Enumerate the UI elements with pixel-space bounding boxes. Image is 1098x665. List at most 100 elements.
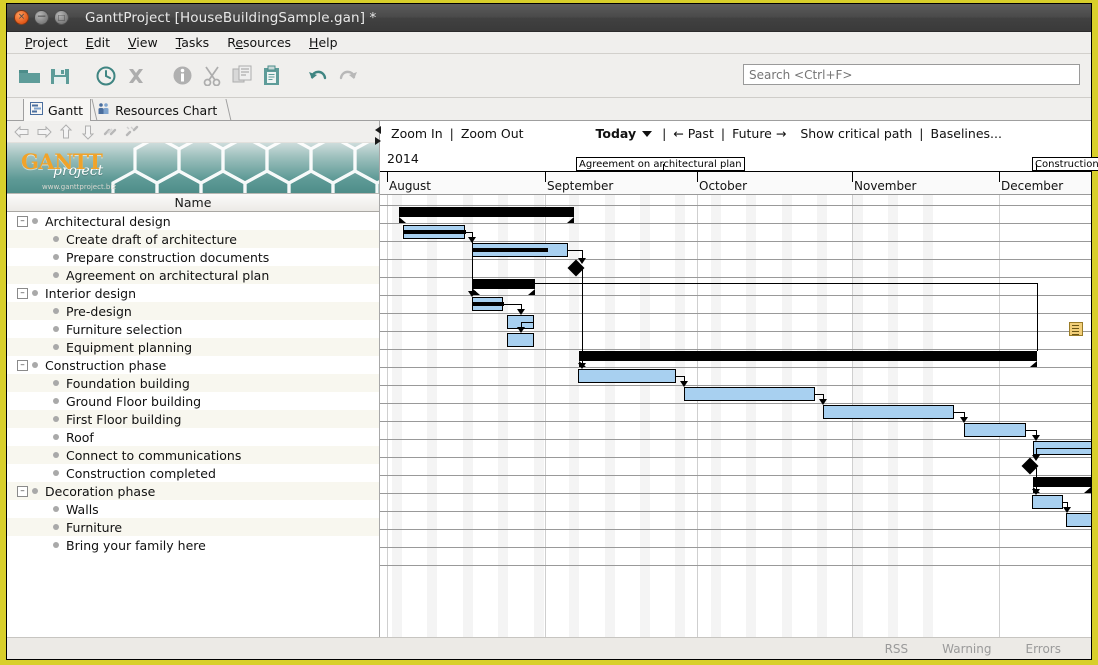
task-bar[interactable] xyxy=(472,243,568,257)
task-row[interactable]: Roof xyxy=(7,428,379,446)
task-bar[interactable] xyxy=(684,387,815,401)
menu-edit[interactable]: Edit xyxy=(77,33,119,52)
task-row[interactable]: Agreement on architectural plan xyxy=(7,266,379,284)
open-folder-icon[interactable] xyxy=(17,63,43,89)
task-bar[interactable] xyxy=(1032,495,1063,509)
task-row[interactable]: First Floor building xyxy=(7,410,379,428)
task-row[interactable]: Construction completed xyxy=(7,464,379,482)
save-icon[interactable] xyxy=(47,63,73,89)
indent-right-arrow-icon[interactable] xyxy=(35,123,52,140)
status-errors[interactable]: Errors xyxy=(1025,642,1061,656)
undo-icon[interactable] xyxy=(305,63,331,89)
task-bar[interactable] xyxy=(1066,513,1091,527)
task-row[interactable]: Connect to communications xyxy=(7,446,379,464)
chevron-down-icon[interactable] xyxy=(642,126,652,141)
task-row[interactable]: Walls xyxy=(7,500,379,518)
dep-roof-to-comms-horizontal xyxy=(1026,430,1036,431)
baselines-button[interactable]: Baselines... xyxy=(931,126,1002,141)
month-gridline xyxy=(999,195,1000,637)
task-bar[interactable] xyxy=(578,369,676,383)
minimize-icon[interactable]: − xyxy=(34,10,49,25)
summary-bar[interactable] xyxy=(1033,477,1091,487)
desktop-background: × − □ GanttProject [HouseBuildingSample.… xyxy=(0,0,1098,665)
maximize-icon[interactable]: □ xyxy=(54,10,69,25)
task-bar[interactable] xyxy=(507,333,534,347)
summary-bar[interactable] xyxy=(399,207,574,217)
expander-collapse-icon[interactable]: – xyxy=(17,216,28,227)
row-gridline xyxy=(380,313,1091,314)
expander-collapse-icon[interactable]: – xyxy=(17,360,28,371)
unindent-left-arrow-icon[interactable] xyxy=(13,123,30,140)
row-gridline xyxy=(380,547,1091,548)
zoom-out-button[interactable]: Zoom Out xyxy=(461,126,524,141)
summary-bar[interactable] xyxy=(473,279,535,289)
note-icon[interactable] xyxy=(1069,322,1083,336)
menu-view-label: iew xyxy=(136,35,157,50)
task-row[interactable]: –Decoration phase xyxy=(7,482,379,500)
task-row[interactable]: Create draft of architecture xyxy=(7,230,379,248)
today-button[interactable]: Today xyxy=(596,126,637,141)
task-bar[interactable] xyxy=(823,405,954,419)
task-row[interactable]: Ground Floor building xyxy=(7,392,379,410)
dep-roof-to-comms-arrow-icon xyxy=(1032,435,1040,441)
weekend-band xyxy=(392,195,402,637)
unlink-tasks-icon[interactable] xyxy=(123,123,140,140)
task-row[interactable]: –Architectural design xyxy=(7,212,379,230)
summary-bar[interactable] xyxy=(579,351,1037,361)
task-bar[interactable] xyxy=(472,297,503,311)
task-row[interactable]: Bring your family here xyxy=(7,536,379,554)
menu-tasks[interactable]: Tasks xyxy=(167,33,219,52)
task-row[interactable]: –Construction phase xyxy=(7,356,379,374)
task-list: –Architectural design Create draft of arc… xyxy=(7,212,379,637)
gantt-chart-pane: Zoom In | Zoom Out Today | ← Past | Futu… xyxy=(380,121,1091,637)
move-up-arrow-icon[interactable] xyxy=(57,123,74,140)
task-row[interactable]: Equipment planning xyxy=(7,338,379,356)
task-row[interactable]: Foundation building xyxy=(7,374,379,392)
show-critical-path-button[interactable]: Show critical path xyxy=(800,126,912,141)
close-icon[interactable]: × xyxy=(14,10,29,25)
menu-view[interactable]: View xyxy=(119,33,167,52)
task-bar[interactable] xyxy=(403,225,465,239)
search-input[interactable] xyxy=(743,64,1080,85)
zoom-in-button[interactable]: Zoom In xyxy=(391,126,443,141)
dep-draft-to-predesign-horizontal xyxy=(465,232,472,233)
weekend-band xyxy=(498,195,508,637)
tab-resources-chart[interactable]: Resources Chart xyxy=(90,99,224,121)
future-button[interactable]: Future → xyxy=(732,126,786,141)
weekend-band xyxy=(711,195,721,637)
move-down-arrow-icon[interactable] xyxy=(79,123,96,140)
task-name-label: Create draft of architecture xyxy=(66,232,237,247)
dep-foundation-to-ground-horizontal xyxy=(676,376,684,377)
column-header-name[interactable]: Name xyxy=(7,193,379,212)
past-button[interactable]: ← Past xyxy=(673,126,714,141)
timeline-month-tick xyxy=(697,172,698,182)
task-row[interactable]: Pre-design xyxy=(7,302,379,320)
pane-divider-arrows-icon[interactable] xyxy=(373,125,383,147)
new-task-clock-icon[interactable] xyxy=(93,63,119,89)
task-bar[interactable] xyxy=(964,423,1026,437)
expander-collapse-icon[interactable]: – xyxy=(17,486,28,497)
menu-project[interactable]: Project xyxy=(16,33,77,52)
row-gridline xyxy=(380,529,1091,530)
task-row[interactable]: Furniture selection xyxy=(7,320,379,338)
task-row[interactable]: –Interior design xyxy=(7,284,379,302)
tab-gantt[interactable]: Gantt xyxy=(23,99,90,121)
link-tasks-icon[interactable] xyxy=(101,123,118,140)
menu-project-label: roject xyxy=(32,35,67,50)
dep-first-to-roof-arrow-icon xyxy=(960,417,968,423)
task-row[interactable]: Prepare construction documents xyxy=(7,248,379,266)
menu-help[interactable]: Help xyxy=(300,33,347,52)
interior-design-tail-vertical xyxy=(1037,283,1038,351)
status-warning[interactable]: Warning xyxy=(942,642,991,656)
gantt-chart-canvas[interactable] xyxy=(380,195,1091,637)
row-gridline xyxy=(380,331,1091,332)
task-row[interactable]: Furniture xyxy=(7,518,379,536)
application-window: × − □ GanttProject [HouseBuildingSample.… xyxy=(6,3,1092,660)
tab-gantt-label: Gantt xyxy=(48,103,83,118)
dep-draft-to-predesign-vertical xyxy=(472,232,473,292)
status-rss[interactable]: RSS xyxy=(885,642,909,656)
row-gridline xyxy=(380,457,1091,458)
paste-icon[interactable] xyxy=(259,63,285,89)
menu-resources[interactable]: Resources xyxy=(218,33,300,52)
expander-collapse-icon[interactable]: – xyxy=(17,288,28,299)
